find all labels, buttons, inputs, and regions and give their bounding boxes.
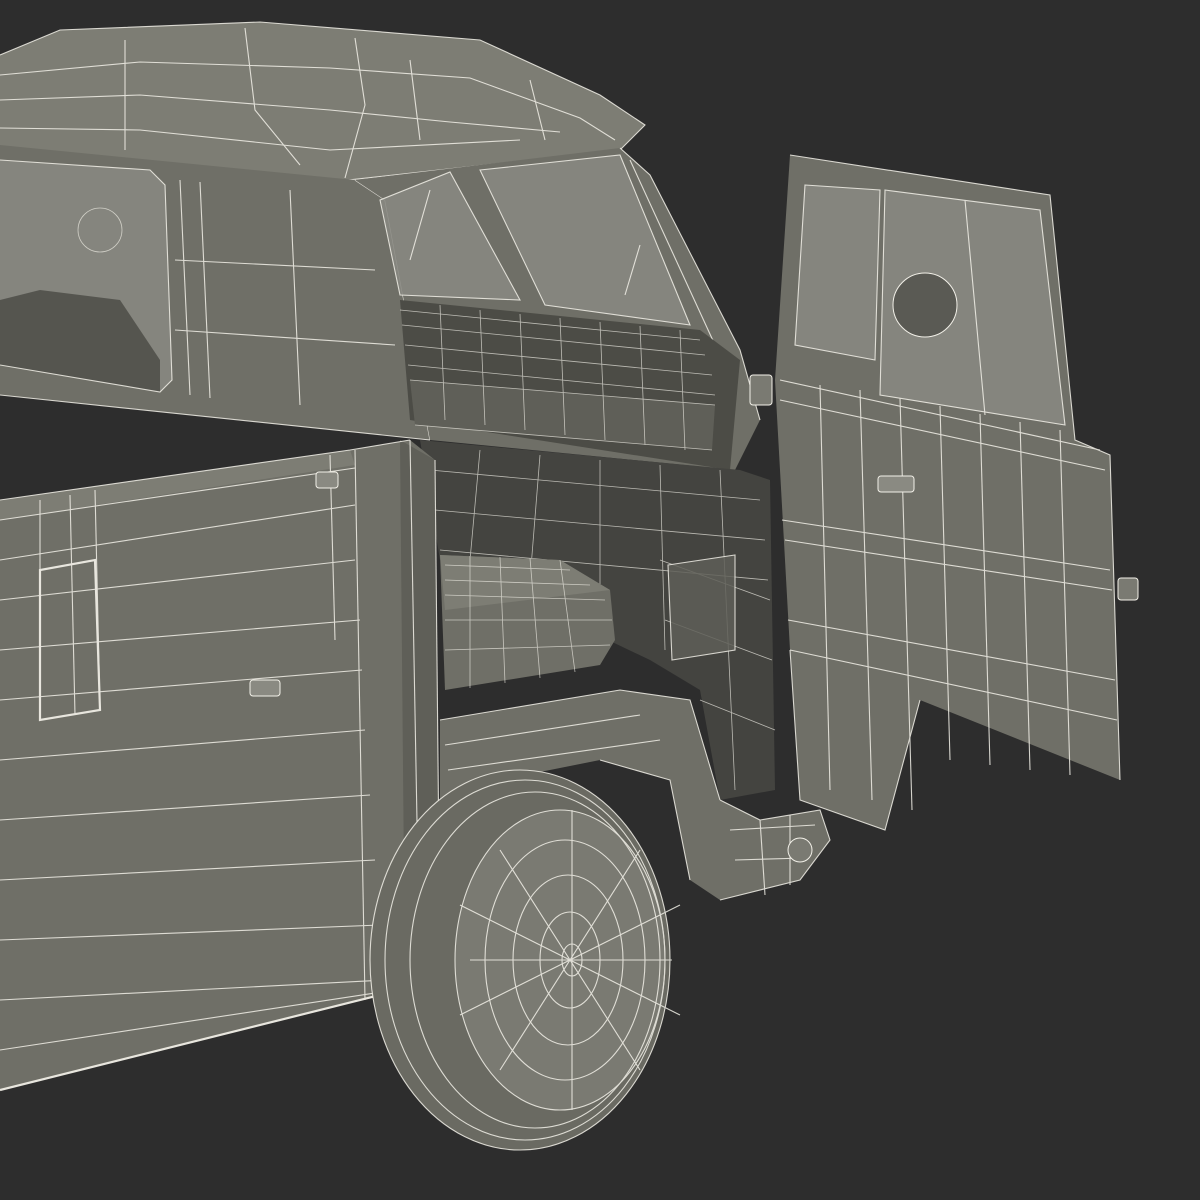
door-latch [1117,577,1139,601]
interior-panel [667,554,736,661]
door-vent-window [795,185,880,360]
render-canvas [0,21,1139,1151]
side-mirror [892,272,958,338]
cab-side [0,145,431,441]
door-handle [877,475,915,493]
bed-handle [249,679,281,697]
bed-latch [315,471,339,489]
headlight [787,837,813,863]
door-hinge [749,374,773,406]
open-door [749,154,1139,831]
front-wheel [369,769,681,1151]
